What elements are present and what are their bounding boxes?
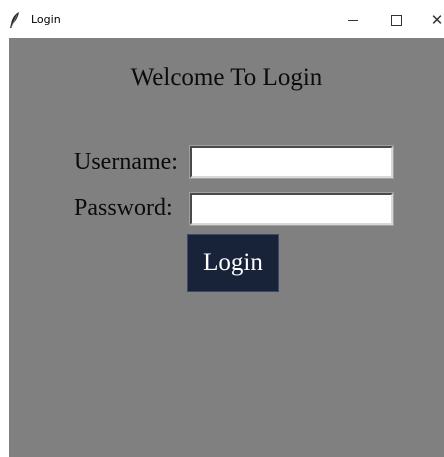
minimize-icon [348,19,358,21]
close-icon: ✕ [430,10,444,29]
maximize-button[interactable] [385,9,407,31]
password-label: Password: [74,195,173,221]
maximize-icon [390,14,402,26]
login-panel: Welcome To Login Username: Password: Log… [9,38,444,457]
username-field[interactable] [189,145,394,179]
password-field[interactable] [189,192,394,226]
username-label: Username: [74,149,178,175]
window-title: Login [31,13,61,26]
title-bar[interactable]: Login ✕ [0,0,444,38]
login-button[interactable]: Login [187,234,279,292]
close-button[interactable]: ✕ [426,9,444,31]
welcome-heading: Welcome To Login [130,64,323,91]
login-window: Login ✕ Welcome To Login Username: Passw… [0,0,444,457]
feather-icon [8,11,22,29]
minimize-button[interactable] [342,9,364,31]
